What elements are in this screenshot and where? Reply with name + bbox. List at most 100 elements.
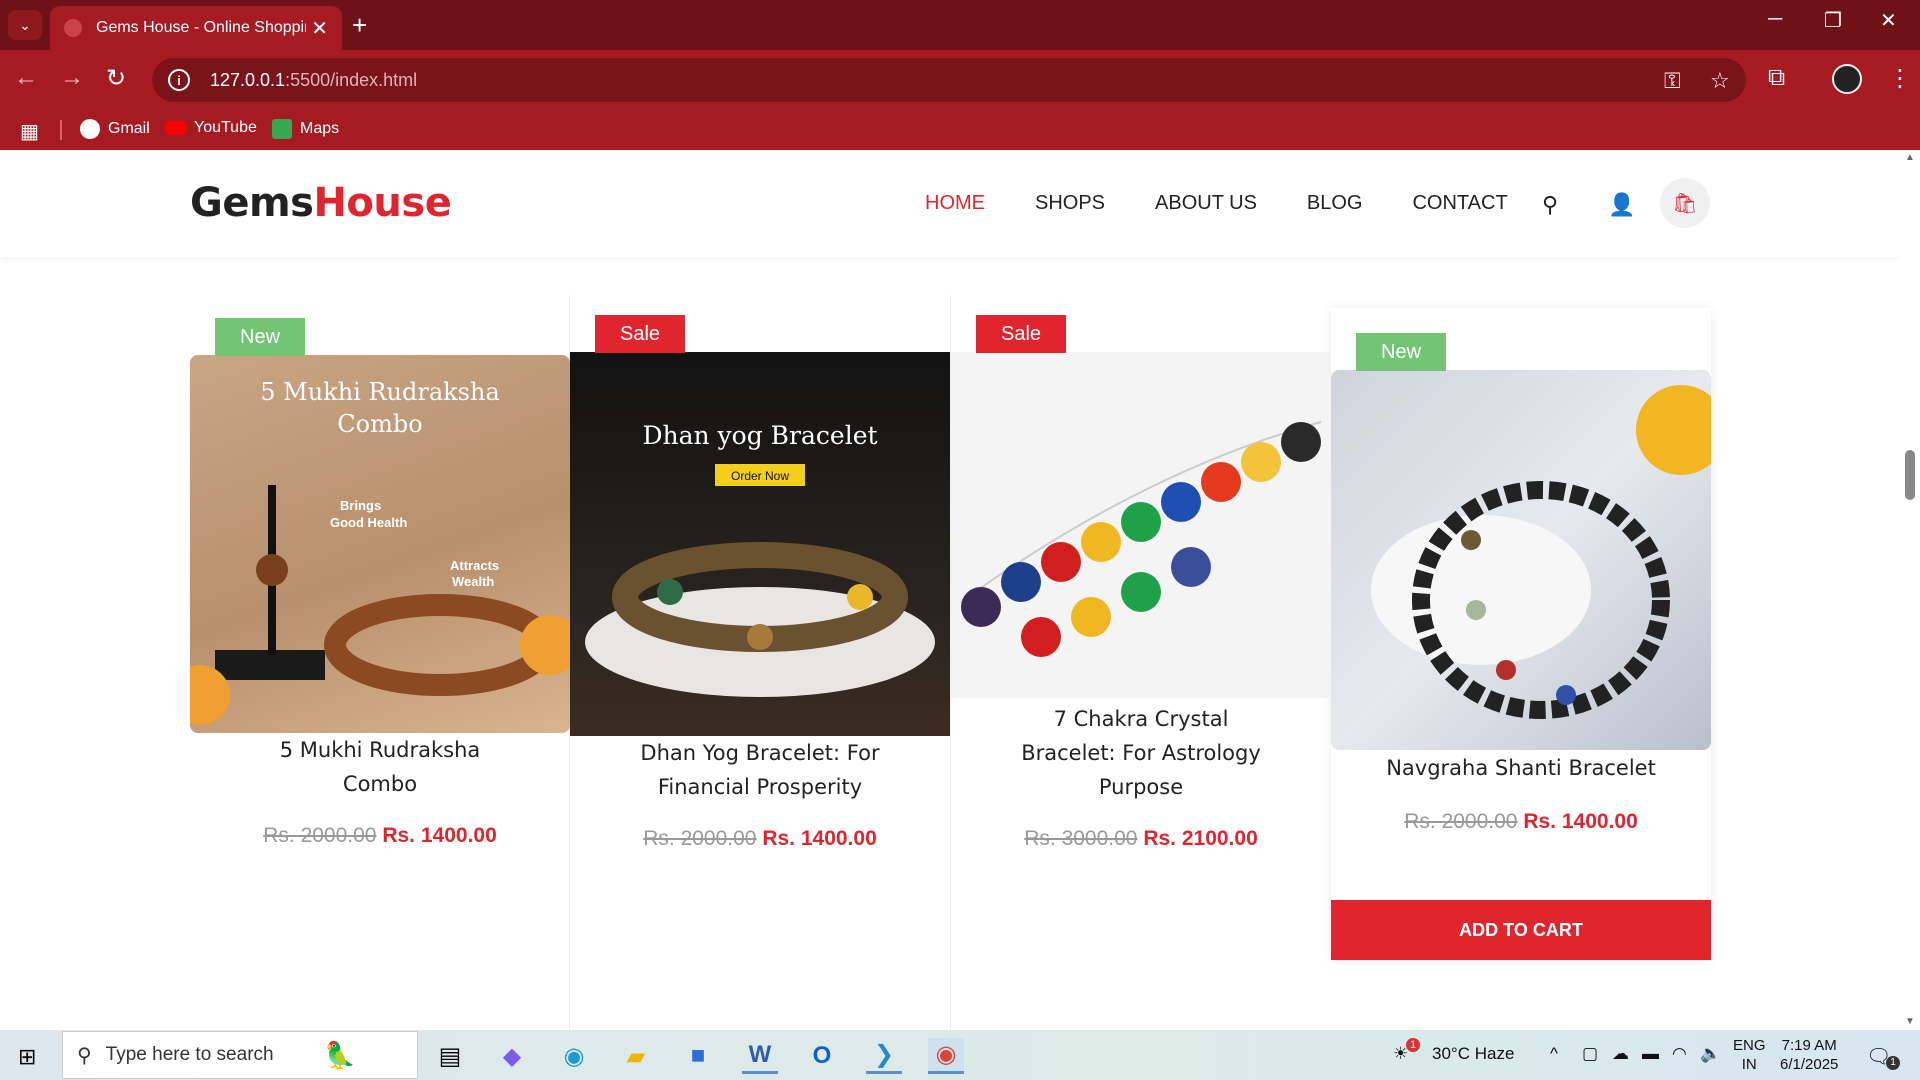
meet-now-icon[interactable]: ▢ bbox=[1582, 1044, 1598, 1064]
old-price: Rs. 2000.00 bbox=[1404, 810, 1518, 833]
outlook-icon[interactable]: O bbox=[804, 1038, 840, 1074]
scroll-up-icon[interactable]: ▲ bbox=[1905, 152, 1915, 163]
maps-icon bbox=[272, 119, 292, 139]
new-tab-button[interactable]: + bbox=[352, 10, 367, 40]
info-icon[interactable]: i bbox=[168, 69, 190, 91]
img-note: Brings bbox=[340, 498, 381, 513]
bead bbox=[657, 579, 683, 605]
reload-icon[interactable]: ↻ bbox=[106, 64, 126, 93]
copilot-icon[interactable]: ◆ bbox=[494, 1038, 530, 1074]
close-icon[interactable]: ✕ bbox=[311, 16, 328, 41]
badge-new: New bbox=[215, 318, 306, 356]
apps-grid-icon[interactable]: ▦ bbox=[20, 119, 39, 144]
address-bar[interactable]: i 127.0.0.1:5500/index.html ⚿ ☆ bbox=[152, 58, 1746, 102]
bead bbox=[1171, 547, 1211, 587]
img-title: Combo bbox=[337, 410, 422, 438]
browser-tabstrip: ⌄ Gems House - Online Shopping ✕ + ─ ❐ ✕ bbox=[0, 0, 1920, 50]
nav-blog[interactable]: BLOG bbox=[1307, 192, 1363, 215]
page-viewport: GemsHouse HOME SHOPS ABOUT US BLOG CONTA… bbox=[0, 150, 1920, 1030]
product-image[interactable] bbox=[1331, 370, 1711, 750]
url-path: :5500/index.html bbox=[285, 69, 418, 90]
chevron-up-icon[interactable]: ^ bbox=[1550, 1044, 1558, 1064]
navgraha-bracelet-image bbox=[1371, 385, 1711, 719]
password-key-icon[interactable]: ⚿ bbox=[1664, 68, 1681, 94]
product-name[interactable]: 7 Chakra Crystal Bracelet: For Astrology P… bbox=[951, 702, 1331, 804]
clock[interactable]: 7:19 AM 6/1/2025 bbox=[1780, 1036, 1838, 1074]
nav-contact[interactable]: CONTACT bbox=[1412, 192, 1507, 215]
img-note: Good Health bbox=[330, 515, 407, 530]
search-icon[interactable]: ⚲ bbox=[1542, 192, 1558, 218]
edge-icon[interactable]: ◉ bbox=[556, 1038, 592, 1074]
bookmark-label: Maps bbox=[300, 120, 340, 137]
product-name-line: 7 Chakra Crystal bbox=[1053, 707, 1229, 731]
rudraksha-bead bbox=[256, 554, 288, 586]
notification-count: 1 bbox=[1886, 1056, 1900, 1070]
language-indicator[interactable]: ENG IN bbox=[1733, 1036, 1766, 1074]
nav-home[interactable]: HOME bbox=[925, 192, 985, 215]
bookmark-label: YouTube bbox=[194, 119, 257, 136]
window-close-icon[interactable]: ✕ bbox=[1880, 8, 1897, 33]
badge-sale: Sale bbox=[595, 315, 686, 353]
windows-start-icon[interactable]: ⊞ bbox=[18, 1044, 36, 1070]
bookmarks-divider bbox=[60, 120, 62, 140]
product-name[interactable]: Navgraha Shanti Bracelet bbox=[1331, 751, 1711, 785]
site-header: GemsHouse HOME SHOPS ABOUT US BLOG CONTA… bbox=[0, 150, 1900, 257]
menu-kebab-icon[interactable]: ⋮ bbox=[1888, 64, 1912, 93]
nav-about-us[interactable]: ABOUT US bbox=[1155, 192, 1257, 215]
extensions-icon[interactable]: ⧉ bbox=[1768, 64, 1785, 92]
badge-sale: Sale bbox=[976, 315, 1067, 353]
battery-icon[interactable]: ▬ bbox=[1642, 1044, 1659, 1064]
rudraksha-image: 5 Mukhi Rudraksha Combo Brings Good Heal… bbox=[190, 378, 570, 725]
product-image[interactable]: 5 Mukhi Rudraksha Combo Brings Good Heal… bbox=[190, 355, 570, 733]
rudraksha-bracelet bbox=[324, 594, 556, 696]
volume-icon[interactable]: 🔈 bbox=[1700, 1044, 1721, 1064]
bead bbox=[1556, 685, 1576, 705]
browser-tab[interactable]: Gems House - Online Shopping ✕ bbox=[50, 6, 342, 50]
task-view-icon[interactable]: ▤ bbox=[432, 1038, 468, 1074]
bookmark-youtube[interactable]: YouTube bbox=[166, 119, 257, 137]
product-name-line: 5 Mukhi Rudraksha bbox=[279, 738, 481, 762]
browser-toolbar: ← → ↻ i 127.0.0.1:5500/index.html ⚿ ☆ ⧉ … bbox=[0, 50, 1920, 110]
scroll-down-icon[interactable]: ▼ bbox=[1905, 1016, 1915, 1027]
tab-search-button[interactable]: ⌄ bbox=[8, 10, 42, 40]
bead bbox=[1041, 542, 1081, 582]
bookmark-maps[interactable]: Maps bbox=[272, 119, 339, 139]
onedrive-icon[interactable]: ☁ bbox=[1612, 1044, 1629, 1064]
scroll-thumb[interactable] bbox=[1905, 450, 1915, 500]
logo-part: Gems bbox=[190, 180, 314, 226]
bookmark-label: Gmail bbox=[108, 120, 150, 137]
weather-text[interactable]: 30°C Haze bbox=[1432, 1044, 1514, 1064]
product-name[interactable]: Dhan Yog Bracelet: For Financial Prosperi… bbox=[570, 736, 950, 804]
profile-avatar[interactable] bbox=[1832, 64, 1862, 94]
nav-shops[interactable]: SHOPS bbox=[1035, 192, 1105, 215]
store-icon[interactable]: ■ bbox=[680, 1038, 716, 1074]
chrome-icon[interactable]: ◉ bbox=[928, 1038, 964, 1074]
site-logo[interactable]: GemsHouse bbox=[190, 180, 452, 226]
bookmark-gmail[interactable]: Gmail bbox=[80, 119, 150, 139]
bead bbox=[1466, 600, 1486, 620]
wifi-icon[interactable]: ◠ bbox=[1672, 1044, 1687, 1064]
product-image[interactable] bbox=[951, 352, 1331, 698]
bead bbox=[1081, 522, 1121, 562]
bookmark-star-icon[interactable]: ☆ bbox=[1710, 68, 1730, 94]
bead bbox=[1071, 597, 1111, 637]
old-price: Rs. 2000.00 bbox=[263, 824, 377, 847]
product-name[interactable]: 5 Mukhi Rudraksha Combo bbox=[190, 733, 570, 801]
word-icon[interactable]: W bbox=[742, 1038, 778, 1074]
minimize-icon[interactable]: ─ bbox=[1768, 8, 1782, 31]
product-image[interactable]: Dhan yog Bracelet Order Now bbox=[570, 352, 950, 736]
restore-icon[interactable]: ❐ bbox=[1824, 8, 1842, 33]
file-explorer-icon[interactable]: ▰ bbox=[618, 1038, 654, 1074]
img-note: Attracts bbox=[450, 558, 499, 573]
taskbar-search[interactable]: ⚲ Type here to search 🦜 bbox=[62, 1031, 418, 1079]
sale-price: Rs. 1400.00 bbox=[762, 827, 877, 850]
dhan-yog-image: Dhan yog Bracelet Order Now bbox=[585, 421, 935, 697]
add-to-cart-button[interactable]: ADD TO CART bbox=[1331, 900, 1711, 960]
vscode-icon[interactable]: ❯ bbox=[866, 1038, 902, 1074]
forward-icon[interactable]: → bbox=[60, 64, 84, 92]
page-scrollbar[interactable]: ▲ ▼ bbox=[1900, 150, 1920, 1030]
user-icon[interactable]: 👤 bbox=[1608, 192, 1635, 218]
cart-button[interactable]: 🛍 bbox=[1660, 178, 1710, 228]
google-icon bbox=[80, 119, 100, 139]
back-icon[interactable]: ← bbox=[14, 64, 38, 92]
